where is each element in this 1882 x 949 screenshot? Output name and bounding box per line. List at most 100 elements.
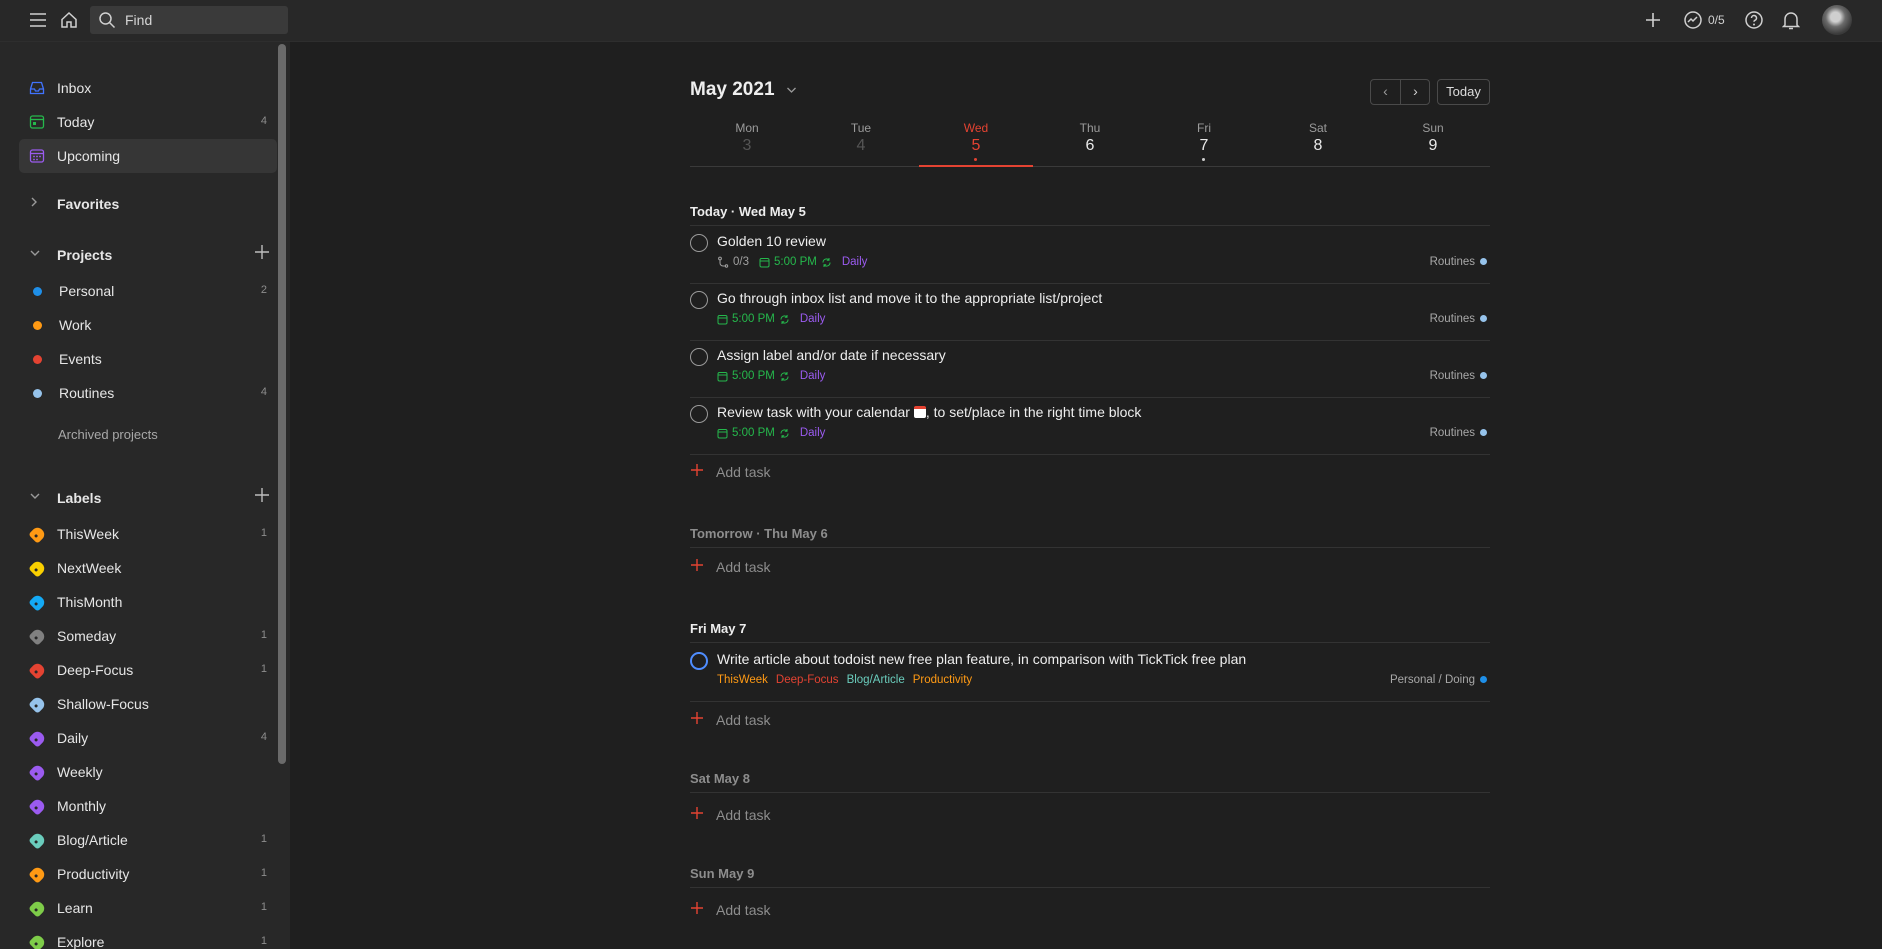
- day-tue[interactable]: Tue 4: [804, 119, 918, 155]
- sidebar-item-label-explore[interactable]: Explore 1: [19, 925, 277, 949]
- task-project[interactable]: Routines: [1430, 313, 1487, 325]
- task-label[interactable]: Daily: [800, 370, 826, 382]
- sidebar-item-label-learn[interactable]: Learn 1: [19, 891, 277, 925]
- next-week-icon[interactable]: ›: [1401, 83, 1430, 99]
- chevron-down-icon[interactable]: [786, 85, 797, 97]
- day-mon[interactable]: Mon 3: [690, 119, 804, 155]
- sidebar-item-label-blog-article[interactable]: Blog/Article 1: [19, 823, 277, 857]
- task-item[interactable]: Golden 10 review 0/3 5:00 PM Daily Routi…: [690, 227, 1490, 284]
- subtask-icon: [718, 256, 729, 268]
- task-checkbox[interactable]: [690, 234, 708, 252]
- label-tag-icon: [28, 729, 47, 748]
- sidebar-item-label-thisweek[interactable]: ThisWeek 1: [19, 517, 277, 551]
- sidebar-scrollbar[interactable]: [278, 44, 286, 764]
- task-project[interactable]: Routines: [1430, 256, 1487, 268]
- day-sat[interactable]: Sat 8: [1261, 119, 1375, 155]
- productivity-icon[interactable]: [1682, 9, 1704, 31]
- upcoming-calendar-icon: [29, 149, 45, 163]
- archived-projects-link[interactable]: Archived projects: [58, 427, 158, 442]
- label-tag-icon: [28, 797, 47, 816]
- sidebar-item-project-routines[interactable]: Routines 4: [19, 376, 277, 410]
- label-tag-icon: [28, 695, 47, 714]
- task-checkbox[interactable]: [690, 348, 708, 366]
- due-time[interactable]: 5:00 PM: [732, 313, 775, 325]
- sidebar-item-project-personal[interactable]: Personal 2: [19, 274, 277, 308]
- add-task-button[interactable]: Add task: [690, 805, 890, 829]
- task-title[interactable]: Write article about todoist new free pla…: [717, 651, 1246, 667]
- sidebar-item-today[interactable]: Today 4: [19, 105, 277, 139]
- add-project-icon[interactable]: [254, 244, 270, 264]
- labels-header[interactable]: Labels: [19, 483, 277, 513]
- day-fri[interactable]: Fri 7: [1147, 119, 1261, 161]
- sidebar-item-label-deep-focus[interactable]: Deep-Focus 1: [19, 653, 277, 687]
- day-sun[interactable]: Sun 9: [1376, 119, 1490, 155]
- home-icon[interactable]: [58, 9, 80, 31]
- due-time[interactable]: 5:00 PM: [774, 256, 817, 268]
- task-label[interactable]: Daily: [842, 256, 868, 268]
- task-checkbox[interactable]: [690, 291, 708, 309]
- sidebar-item-project-work[interactable]: Work: [19, 308, 277, 342]
- task-item[interactable]: Assign label and/or date if necessary 5:…: [690, 341, 1490, 398]
- sidebar-item-label-daily[interactable]: Daily 4: [19, 721, 277, 755]
- task-title[interactable]: Golden 10 review: [717, 233, 826, 249]
- sidebar-item-project-events[interactable]: Events: [19, 342, 277, 376]
- task-label[interactable]: Blog/Article: [847, 674, 905, 686]
- task-title[interactable]: Assign label and/or date if necessary: [717, 347, 946, 363]
- sidebar-item-inbox[interactable]: Inbox: [19, 71, 277, 105]
- add-label-icon[interactable]: [254, 487, 270, 507]
- task-checkbox[interactable]: [690, 652, 708, 670]
- task-project[interactable]: Routines: [1430, 370, 1487, 382]
- sidebar-item-label-productivity[interactable]: Productivity 1: [19, 857, 277, 891]
- sidebar-item-label-shallow-focus[interactable]: Shallow-Focus: [19, 687, 277, 721]
- task-project[interactable]: Personal / Doing: [1390, 674, 1487, 686]
- task-label[interactable]: Deep-Focus: [776, 674, 839, 686]
- task-item[interactable]: Review task with your calendar , to set/…: [690, 398, 1490, 455]
- week-nav-buttons: ‹ ›: [1370, 79, 1430, 105]
- sidebar-item-label: Learn: [57, 900, 93, 916]
- task-label[interactable]: Daily: [800, 313, 826, 325]
- day-wed[interactable]: Wed 5: [919, 119, 1033, 167]
- task-meta: ThisWeek Deep-Focus Blog/Article Product…: [717, 674, 972, 686]
- task-label[interactable]: ThisWeek: [717, 674, 768, 686]
- menu-icon[interactable]: [27, 9, 49, 31]
- projects-header[interactable]: Projects: [19, 240, 277, 270]
- month-title[interactable]: May 2021: [690, 79, 775, 101]
- previous-week-icon[interactable]: ‹: [1371, 83, 1400, 99]
- sidebar-item-label-someday[interactable]: Someday 1: [19, 619, 277, 653]
- favorites-header[interactable]: Favorites: [19, 189, 277, 219]
- add-task-button[interactable]: Add task: [690, 710, 890, 734]
- add-task-button[interactable]: Add task: [690, 900, 890, 924]
- recurring-icon: [780, 371, 789, 381]
- sidebar-item-label-monthly[interactable]: Monthly: [19, 789, 277, 823]
- task-title[interactable]: Review task with your calendar , to set/…: [717, 404, 1141, 420]
- add-task-button[interactable]: Add task: [690, 462, 890, 486]
- help-icon[interactable]: [1743, 9, 1765, 31]
- task-item[interactable]: Go through inbox list and move it to the…: [690, 284, 1490, 341]
- notifications-icon[interactable]: [1780, 9, 1802, 31]
- add-task-button[interactable]: Add task: [690, 557, 890, 581]
- sidebar-item-label-thismonth[interactable]: ThisMonth: [19, 585, 277, 619]
- day-thu[interactable]: Thu 6: [1033, 119, 1147, 155]
- today-button[interactable]: Today: [1437, 79, 1490, 105]
- quick-add-icon[interactable]: [1642, 9, 1664, 31]
- sidebar-item-label-nextweek[interactable]: NextWeek: [19, 551, 277, 585]
- sidebar-item-upcoming[interactable]: Upcoming: [19, 139, 277, 173]
- sidebar-item-label: Today: [57, 114, 95, 130]
- avatar[interactable]: [1822, 5, 1852, 35]
- task-title[interactable]: Go through inbox list and move it to the…: [717, 290, 1102, 306]
- task-label[interactable]: Daily: [800, 427, 826, 439]
- karma-count[interactable]: 0/5: [1708, 13, 1725, 27]
- due-time[interactable]: 5:00 PM: [732, 370, 775, 382]
- task-label[interactable]: Productivity: [913, 674, 972, 686]
- task-project-name: Personal / Doing: [1389, 674, 1475, 686]
- add-task-label: Add task: [716, 559, 771, 575]
- due-time[interactable]: 5:00 PM: [732, 427, 775, 439]
- sidebar-item-label-weekly[interactable]: Weekly: [19, 755, 277, 789]
- task-project[interactable]: Routines: [1430, 427, 1487, 439]
- task-checkbox[interactable]: [690, 405, 708, 423]
- search-input[interactable]: Find: [90, 6, 288, 34]
- day-number: 9: [1428, 137, 1438, 154]
- task-item[interactable]: Write article about todoist new free pla…: [690, 645, 1490, 702]
- section-header-sun: Sun May 9: [690, 862, 1490, 888]
- sidebar-item-label: Someday: [57, 628, 117, 644]
